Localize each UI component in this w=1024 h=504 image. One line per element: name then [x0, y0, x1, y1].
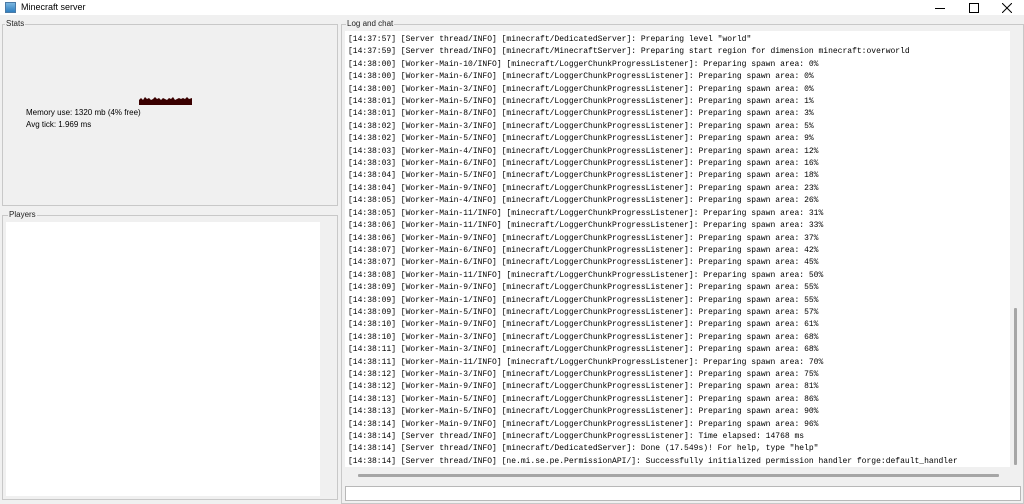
log-line: [14:38:14] [Worker-Main-9/INFO] [minecra…: [348, 419, 819, 429]
log-line: [14:38:14] [Server thread/INFO] [minecra…: [348, 444, 819, 454]
minimize-button[interactable]: [923, 0, 957, 15]
log-line: [14:38:12] [Worker-Main-9/INFO] [minecra…: [348, 382, 819, 392]
maximize-button[interactable]: [957, 0, 991, 15]
log-line: [14:38:02] [Worker-Main-3/INFO] [minecra…: [348, 121, 814, 131]
log-line: [14:38:10] [Worker-Main-9/INFO] [minecra…: [348, 320, 819, 330]
log-line: [14:38:08] [Worker-Main-11/INFO] [minecr…: [348, 270, 824, 280]
log-line: [14:38:09] [Worker-Main-1/INFO] [minecra…: [348, 295, 819, 305]
window-title: Minecraft server: [21, 2, 86, 12]
log-line: [14:38:00] [Worker-Main-6/INFO] [minecra…: [348, 72, 814, 82]
log-line: [14:38:14] [Server thread/INFO] [ne.mi.s…: [348, 456, 958, 466]
log-line: [14:38:05] [Worker-Main-4/INFO] [minecra…: [348, 196, 819, 206]
log-line: [14:38:12] [Worker-Main-3/INFO] [minecra…: [348, 369, 819, 379]
minimize-icon: [935, 7, 945, 9]
log-line: [14:38:11] [Worker-Main-3/INFO] [minecra…: [348, 345, 819, 355]
log-line: [14:38:04] [Worker-Main-5/INFO] [minecra…: [348, 171, 819, 181]
log-line: [14:38:07] [Worker-Main-6/INFO] [minecra…: [348, 245, 819, 255]
log-text-area[interactable]: [14:37:57] [Server thread/INFO] [minecra…: [345, 31, 1010, 467]
close-button[interactable]: [990, 0, 1024, 15]
log-line: [14:37:57] [Server thread/INFO] [minecra…: [348, 35, 752, 44]
log-line: [14:38:09] [Worker-Main-5/INFO] [minecra…: [348, 307, 819, 317]
log-line: [14:38:13] [Worker-Main-5/INFO] [minecra…: [348, 394, 819, 404]
log-line: [14:38:06] [Worker-Main-11/INFO] [minecr…: [348, 221, 824, 231]
log-line: [14:38:11] [Worker-Main-11/INFO] [minecr…: [348, 357, 824, 367]
log-line: [14:38:05] [Worker-Main-11/INFO] [minecr…: [348, 208, 824, 218]
close-icon: [1002, 2, 1012, 13]
log-line: [14:38:01] [Worker-Main-5/INFO] [minecra…: [348, 97, 814, 107]
log-line: [14:38:10] [Worker-Main-3/INFO] [minecra…: [348, 332, 819, 342]
log-line: [14:38:09] [Worker-Main-9/INFO] [minecra…: [348, 283, 819, 293]
memory-use-text: Memory use: 1320 mb (4% free): [26, 108, 141, 117]
log-horizontal-scroll-thumb[interactable]: [358, 474, 999, 477]
players-label: Players: [8, 210, 37, 219]
log-label: Log and chat: [346, 19, 395, 28]
log-line: [14:38:00] [Worker-Main-10/INFO] [minecr…: [348, 59, 819, 69]
log-line: [14:38:03] [Worker-Main-4/INFO] [minecra…: [348, 146, 819, 156]
java-cup-icon: [5, 2, 16, 13]
players-list[interactable]: [6, 222, 320, 496]
log-line: [14:37:59] [Server thread/INFO] [minecra…: [348, 47, 910, 57]
stats-label: Stats: [5, 19, 26, 28]
log-line: [14:38:07] [Worker-Main-6/INFO] [minecra…: [348, 258, 819, 268]
log-line: [14:38:06] [Worker-Main-9/INFO] [minecra…: [348, 233, 819, 243]
log-line: [14:38:13] [Worker-Main-5/INFO] [minecra…: [348, 407, 819, 417]
log-line: [14:38:14] [Server thread/INFO] [minecra…: [348, 432, 805, 441]
maximize-icon: [969, 2, 979, 13]
log-lines: [14:37:57] [Server thread/INFO] [minecra…: [348, 34, 958, 467]
title-bar: Minecraft server: [0, 0, 1024, 15]
log-line: [14:38:02] [Worker-Main-5/INFO] [minecra…: [348, 134, 814, 144]
log-vertical-scroll-thumb[interactable]: [1014, 308, 1017, 465]
memory-graph: [139, 97, 192, 105]
command-input[interactable]: [345, 486, 1021, 501]
log-line: [14:38:04] [Worker-Main-9/INFO] [minecra…: [348, 183, 819, 193]
avg-tick-text: Avg tick: 1.969 ms: [26, 120, 92, 129]
log-line: [14:38:01] [Worker-Main-8/INFO] [minecra…: [348, 109, 814, 119]
log-line: [14:38:03] [Worker-Main-6/INFO] [minecra…: [348, 159, 819, 169]
log-line: [14:38:00] [Worker-Main-3/INFO] [minecra…: [348, 84, 814, 94]
